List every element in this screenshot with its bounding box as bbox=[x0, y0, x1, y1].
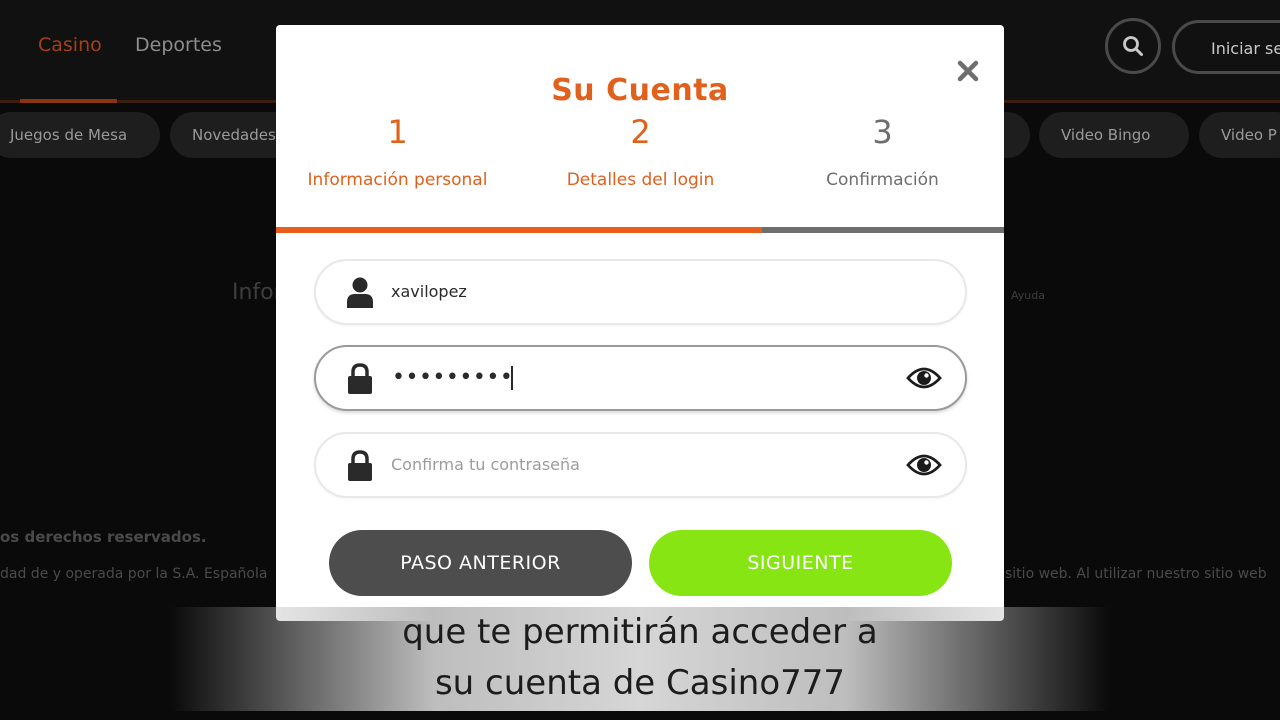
caption-line-1: que te permitirán acceder a bbox=[402, 612, 878, 652]
caption-line-2: su cuenta de Casino777 bbox=[434, 663, 846, 703]
step-label: Detalles del login bbox=[566, 170, 715, 190]
nav-deportes[interactable]: Deportes bbox=[135, 34, 222, 56]
show-confirm-password-icon[interactable] bbox=[906, 450, 942, 480]
close-icon bbox=[957, 60, 979, 82]
login-button[interactable]: Iniciar sesión bbox=[1172, 20, 1280, 74]
step-number: 1 bbox=[387, 113, 408, 151]
step-login-details: 2 Detalles del login bbox=[519, 113, 762, 190]
background-ayuda-link[interactable]: Ayuda bbox=[1011, 289, 1045, 302]
nav-active-indicator bbox=[20, 99, 117, 103]
lock-icon bbox=[348, 450, 372, 481]
category-juegos-de-mesa[interactable]: Juegos de Mesa bbox=[0, 112, 160, 158]
footer-rights-text: os derechos reservados. bbox=[0, 528, 207, 546]
lock-icon bbox=[348, 363, 372, 394]
username-value[interactable]: xavilopez bbox=[391, 282, 467, 301]
modal-title: Su Cuenta bbox=[551, 73, 729, 108]
confirm-password-field[interactable]: Confirma tu contraseña bbox=[314, 432, 967, 498]
confirm-password-placeholder[interactable]: Confirma tu contraseña bbox=[391, 455, 580, 474]
username-field[interactable]: xavilopez bbox=[314, 259, 967, 325]
previous-step-button[interactable]: PASO ANTERIOR bbox=[329, 530, 632, 596]
step-number: 3 bbox=[872, 113, 893, 151]
search-button[interactable] bbox=[1105, 18, 1161, 74]
step-personal-info: 1 Información personal bbox=[276, 113, 519, 190]
footer-owned-text: dad de y operada por la S.A. Española bbox=[0, 566, 268, 582]
step-confirmation: 3 Confirmación bbox=[761, 113, 1004, 190]
text-caret bbox=[511, 366, 513, 390]
close-button[interactable] bbox=[953, 56, 983, 86]
category-video-bingo[interactable]: Video Bingo bbox=[1039, 112, 1189, 158]
next-step-button[interactable]: SIGUIENTE bbox=[649, 530, 952, 596]
step-label: Información personal bbox=[307, 170, 488, 190]
show-password-icon[interactable] bbox=[906, 363, 942, 393]
nav-casino[interactable]: Casino bbox=[38, 34, 102, 56]
category-video-p[interactable]: Video P bbox=[1199, 112, 1280, 158]
user-icon bbox=[347, 277, 373, 308]
progress-bar-remaining bbox=[762, 227, 1004, 233]
step-number: 2 bbox=[630, 113, 651, 151]
password-field[interactable]: ••••••••• bbox=[314, 345, 967, 411]
search-icon bbox=[1123, 36, 1143, 56]
password-value[interactable]: ••••••••• bbox=[392, 365, 513, 390]
account-modal: Su Cuenta 1 Información personal 2 Detal… bbox=[276, 25, 1004, 621]
step-label: Confirmación bbox=[826, 170, 939, 190]
progress-bar-filled bbox=[276, 227, 762, 233]
footer-website-text: sitio web. Al utilizar nuestro sitio web bbox=[1005, 566, 1267, 582]
